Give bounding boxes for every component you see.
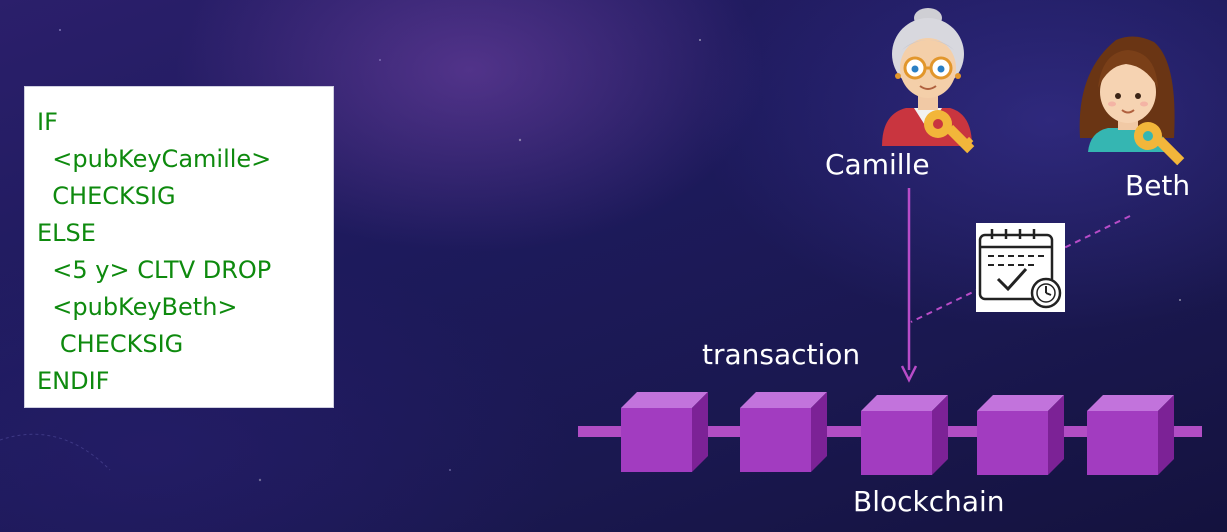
- beth-name-label: Beth: [1125, 169, 1191, 202]
- block-3: [861, 395, 948, 475]
- camille-avatar-elderly-woman-icon: [882, 8, 975, 154]
- block-5: [1087, 395, 1174, 475]
- block-2: [740, 392, 827, 472]
- beth-key-icon: [1134, 122, 1185, 166]
- transaction-label: transaction: [702, 338, 861, 371]
- camille-name-label: Camille: [825, 148, 930, 181]
- beth-avatar-young-woman-icon: [1079, 36, 1185, 166]
- block-4: [977, 395, 1064, 475]
- block-1: [621, 392, 708, 472]
- blockchain-label: Blockchain: [853, 485, 1005, 518]
- timelock-calendar-clock-icon: [976, 223, 1065, 312]
